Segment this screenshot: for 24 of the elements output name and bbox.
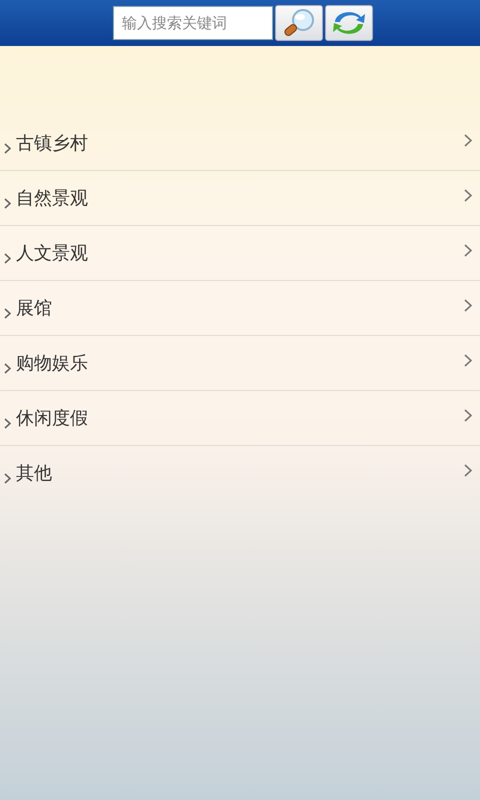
chevron-icon (4, 472, 11, 484)
chevron-icon (464, 188, 472, 202)
chevron-icon (4, 198, 11, 208)
chevron-icon (464, 134, 472, 146)
category-item[interactable]: 人文景观 (0, 225, 480, 280)
chevron-icon (4, 308, 11, 318)
search-button[interactable] (275, 5, 323, 41)
category-item[interactable]: 展馆 (0, 280, 480, 335)
search-field[interactable]: 输入搜索关键词 (113, 6, 273, 40)
chevron-icon (4, 418, 11, 428)
chevron-icon (464, 354, 472, 366)
category-item[interactable]: 古镇乡村 (0, 116, 480, 170)
chevron-icon (464, 298, 472, 312)
chevron-icon (464, 244, 472, 256)
chevron-icon (464, 408, 472, 422)
category-item[interactable]: 自然景观 (0, 170, 480, 225)
chevron-icon (4, 252, 11, 264)
chevron-icon (464, 464, 472, 476)
chevron-icon (4, 362, 11, 374)
category-item[interactable]: 休闲度假 (0, 390, 480, 445)
refresh-button[interactable] (325, 5, 373, 41)
chevron-icon (4, 142, 11, 154)
category-item[interactable]: 购物娱乐 (0, 335, 480, 390)
category-item[interactable]: 其他 (0, 445, 480, 500)
